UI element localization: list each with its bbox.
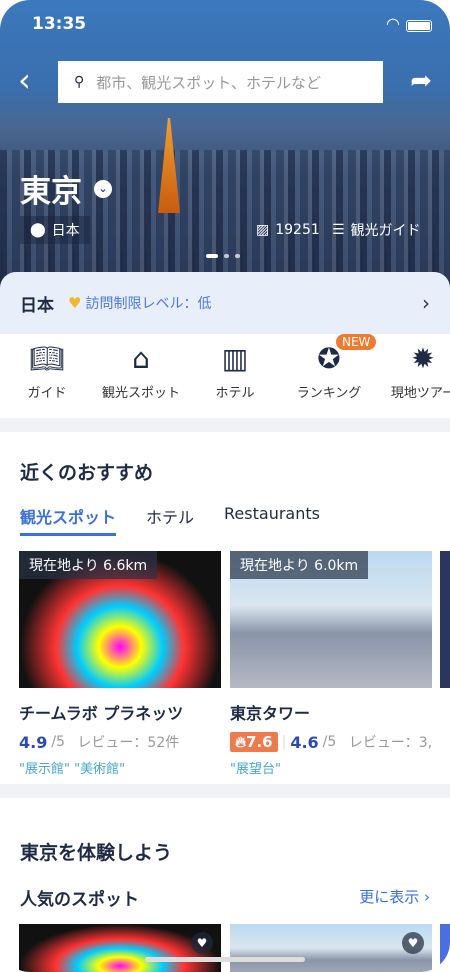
card-image: 現在地より 6.0km	[230, 551, 432, 688]
rating-max: /5	[51, 734, 65, 750]
nearby-card-partial[interactable]	[440, 551, 450, 688]
card-tags: "展望台"	[230, 762, 281, 777]
nearby-card[interactable]: 現在地より 6.0km 東京タワー 🔥︎7.6 | 4.6/5 レビュー：3,0 "…	[230, 551, 432, 777]
category-guide[interactable]: 📖︎ ガイド	[0, 334, 94, 418]
location-pin-icon: ⬤	[30, 222, 46, 238]
category-row: 📖︎ ガイド ⌂ 観光スポット ▥ ホテル ✪ NEW ランキング ✹ 現地ツアー	[0, 334, 450, 418]
show-more-label: 更に表示	[359, 888, 420, 906]
category-label: 観光スポット	[101, 386, 180, 401]
divider	[0, 418, 450, 432]
chevron-right-icon: ›	[422, 291, 430, 315]
photo-count-label: 19251	[275, 222, 320, 238]
battery-icon	[406, 20, 432, 32]
category-label: 現地ツアー	[390, 386, 450, 401]
card-name: 東京タワー	[230, 704, 311, 723]
tab-hotels[interactable]: ホテル	[146, 504, 194, 536]
distance-badge: 現在地より 6.6km	[19, 551, 158, 579]
nearby-title: 近くのおすすめ	[20, 462, 154, 484]
country: 日本	[20, 295, 54, 316]
screen: 13:35 ◠ ‹ ⚲ 都市、観光スポット、ホテルなど ➦ 東京 ⌄ ⬤ 日本 ▨ 19…	[0, 0, 450, 972]
city-name: 東京	[20, 174, 82, 210]
spot-card-partial[interactable]	[440, 924, 450, 972]
hero-image: 13:35 ◠ ‹ ⚲ 都市、観光スポット、ホテルなど ➦ 東京 ⌄ ⬤ 日本 ▨ 19…	[0, 0, 450, 290]
category-ranking[interactable]: ✪ NEW ランキング	[282, 334, 377, 418]
popular-spots-heading: 人気のスポット	[20, 890, 139, 910]
rating: 4.6	[290, 732, 319, 752]
rating-max: /5	[322, 734, 337, 750]
category-label: ガイド	[27, 386, 67, 401]
guide-label: 観光ガイド	[350, 223, 421, 239]
photo-count[interactable]: ▨ 19251	[246, 216, 330, 244]
spot-card[interactable]: ♥	[19, 924, 221, 972]
building-icon: ▥	[221, 342, 249, 375]
country-label: 日本	[51, 223, 80, 239]
heat-score: 7.6	[246, 733, 273, 751]
card-tags: "展示館" "美術館"	[19, 762, 126, 777]
image-icon: ▨	[256, 222, 270, 238]
category-label: ホテル	[215, 386, 255, 401]
chevron-down-icon[interactable]: ⌄	[94, 179, 112, 198]
show-more-link[interactable]: 更に表示 ›	[359, 886, 430, 907]
book-icon: 📖︎	[29, 342, 65, 375]
restriction-level: 訪問制限レベル：低	[85, 296, 212, 312]
heart-icon[interactable]: ♥	[402, 932, 424, 954]
status-time: 13:35	[32, 14, 87, 34]
reviews: レビュー：3,0	[348, 735, 432, 751]
tab-restaurants[interactable]: Restaurants	[224, 504, 320, 536]
search-icon: ⚲	[74, 74, 85, 90]
new-badge: NEW	[336, 334, 377, 350]
spot-card[interactable]: ♥	[230, 924, 432, 972]
heart-icon[interactable]: ♥	[191, 932, 213, 954]
nearby-tabs: 観光スポット ホテル Restaurants	[20, 504, 320, 536]
back-button[interactable]: ‹	[18, 64, 31, 96]
search-placeholder: 都市、観光スポット、ホテルなど	[96, 73, 321, 92]
experience-title: 東京を体験しよう	[20, 842, 173, 864]
card-image	[440, 551, 450, 688]
wifi-icon: ◠	[386, 14, 400, 33]
reviews: レビュー：52件	[77, 735, 180, 751]
city-title[interactable]: 東京 ⌄	[20, 166, 112, 211]
category-hotel[interactable]: ▥ ホテル	[188, 334, 282, 418]
divider	[0, 784, 450, 798]
guide-link[interactable]: ☰ 観光ガイド	[322, 216, 431, 244]
travel-restriction-bar[interactable]: 日本 ♥ 訪問制限レベル：低 ›	[0, 272, 450, 334]
search-input[interactable]: ⚲ 都市、観光スポット、ホテルなど	[58, 61, 383, 103]
home-indicator	[145, 957, 305, 962]
landmark-icon: ⌂	[132, 342, 150, 375]
ferris-wheel-icon: ✹	[411, 342, 435, 375]
distance-badge: 現在地より 6.0km	[230, 551, 369, 579]
heat-badge: 🔥︎7.6	[230, 732, 278, 752]
card-name: チームラボ プラネッツ	[19, 704, 184, 723]
carousel-dots	[206, 254, 240, 258]
rating: 4.9	[19, 732, 48, 752]
card-rating: 🔥︎7.6 | 4.6/5 レビュー：3,0	[230, 732, 432, 752]
share-icon[interactable]: ➦	[410, 66, 432, 96]
card-image: 現在地より 6.6km	[19, 551, 221, 688]
nearby-card[interactable]: 現在地より 6.6km チームラボ プラネッツ 4.9/5 レビュー：52件 "…	[19, 551, 221, 777]
country-chip[interactable]: ⬤ 日本	[20, 216, 90, 244]
category-sights[interactable]: ⌂ 観光スポット	[94, 334, 188, 418]
category-tours[interactable]: ✹ 現地ツアー	[376, 334, 450, 418]
tab-sights[interactable]: 観光スポット	[20, 504, 117, 536]
menu-icon: ☰	[332, 222, 345, 238]
category-label: ランキング	[296, 386, 362, 401]
card-rating: 4.9/5 レビュー：52件	[19, 732, 221, 752]
heart-icon: ♥	[68, 294, 82, 312]
